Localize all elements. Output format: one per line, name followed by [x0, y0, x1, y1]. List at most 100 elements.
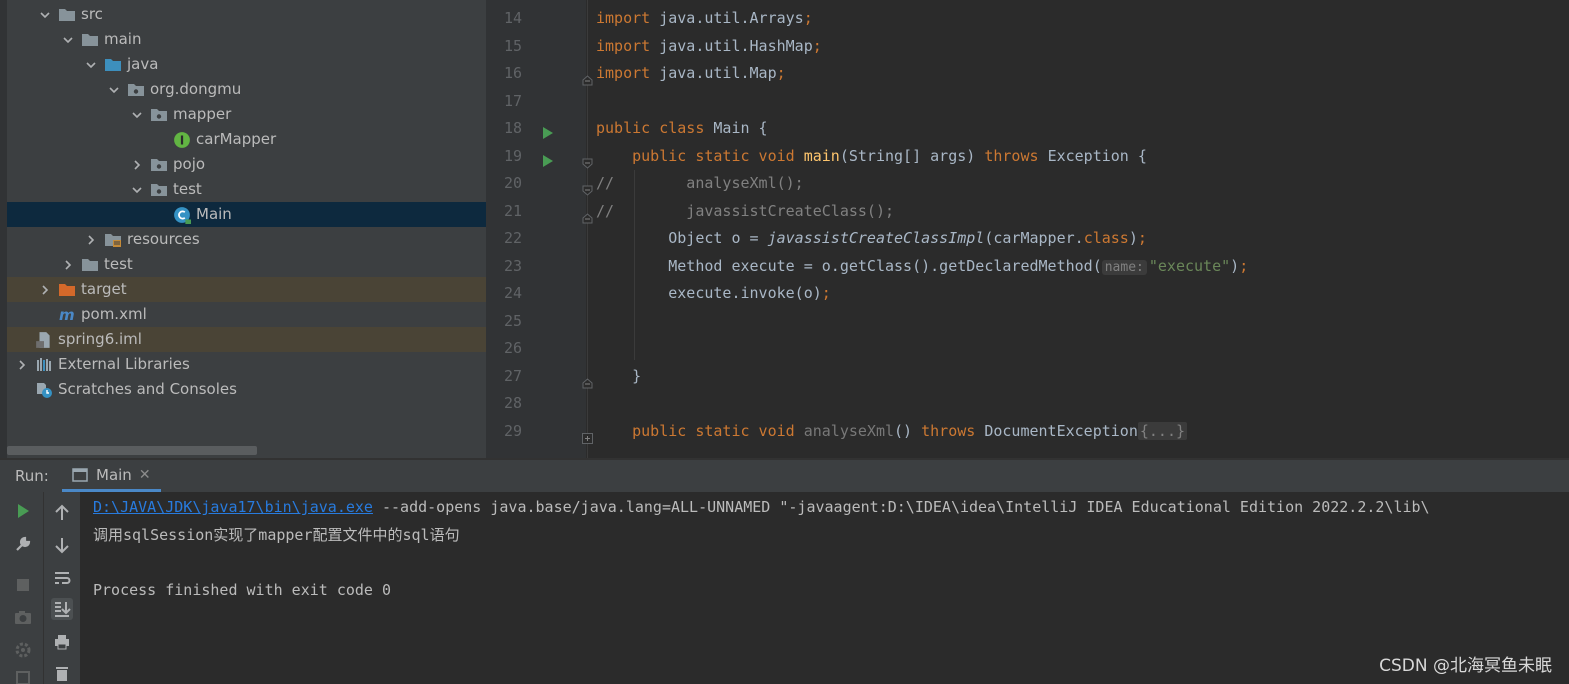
tree-item-label: carMapper	[196, 130, 277, 148]
modify-config-button[interactable]	[12, 533, 34, 555]
chevron-right-icon[interactable]	[15, 358, 29, 372]
console-output[interactable]: D:\JAVA\JDK\java17\bin\java.exe --add-op…	[80, 492, 1569, 684]
tree-item-label: External Libraries	[58, 355, 190, 373]
folded-code-region[interactable]: {...}	[1137, 421, 1188, 440]
fold-collapse-icon[interactable]	[582, 151, 593, 169]
code-token: public class	[596, 119, 714, 137]
code-token: ()	[894, 421, 922, 440]
fold-collapse-icon[interactable]	[582, 68, 593, 86]
fold-collapse-icon[interactable]	[582, 178, 593, 196]
fold-collapse-icon[interactable]	[582, 371, 593, 388]
line-number: 29	[503, 421, 522, 440]
code-token: DocumentException	[984, 421, 1138, 440]
clear-all-button[interactable]	[51, 662, 73, 684]
settings-button[interactable]	[12, 639, 34, 661]
tree-item-resources[interactable]: resources	[7, 227, 486, 252]
restore-layout-button[interactable]	[12, 665, 34, 684]
parameter-hint: name:	[1101, 259, 1147, 275]
soft-wrap-button[interactable]	[51, 567, 73, 589]
run-gutter-icon[interactable]	[542, 150, 554, 167]
code-token: }	[596, 366, 642, 385]
scroll-to-end-button[interactable]	[51, 598, 73, 620]
chevron-right-icon[interactable]	[130, 158, 144, 172]
excluded-folder-icon	[58, 282, 76, 298]
code-line: 27 }	[486, 363, 1569, 391]
tree-item-external-libraries[interactable]: External Libraries	[7, 352, 486, 377]
arrow-up-icon	[55, 504, 69, 520]
tree-item-src[interactable]: src	[7, 2, 486, 27]
scroll-down-button[interactable]	[51, 534, 73, 556]
line-number: 20	[503, 174, 522, 192]
tab-main[interactable]: Main ✕	[62, 460, 161, 492]
tree-item-label: pom.xml	[81, 305, 147, 323]
code-token: ;	[1137, 229, 1147, 247]
code-line: 19 public static void main(String[] args…	[486, 143, 1569, 171]
code-token: throws	[984, 146, 1048, 165]
code-line: 16 import java.util.Map;	[486, 60, 1569, 88]
run-gutter-icon[interactable]	[542, 122, 554, 139]
close-tab-icon[interactable]: ✕	[139, 467, 151, 483]
chevron-down-icon[interactable]	[130, 108, 144, 122]
print-button[interactable]	[51, 631, 73, 653]
rerun-button[interactable]	[12, 500, 34, 522]
code-token: (carMapper.	[984, 229, 1084, 247]
chevron-down-icon[interactable]	[84, 58, 98, 72]
code-token: class	[1083, 229, 1129, 247]
code-token: import	[596, 36, 660, 55]
tree-item-test[interactable]: test	[7, 177, 486, 202]
play-icon	[18, 504, 29, 518]
tree-item-label: java	[127, 55, 159, 73]
scroll-up-button[interactable]	[51, 502, 73, 524]
tree-item-carmapper[interactable]: carMapper	[7, 127, 486, 152]
folder-icon	[81, 32, 99, 48]
gear-icon	[15, 642, 31, 658]
line-number: 22	[503, 229, 522, 247]
line-number: 16	[503, 64, 522, 82]
code-token: throws	[921, 421, 985, 440]
stop-button[interactable]	[12, 574, 34, 596]
code-line: 29 public static void analyseXml() throw…	[486, 418, 1569, 446]
code-line: 22 Object o = javassistCreateClassImpl(c…	[486, 225, 1569, 253]
chevron-right-icon[interactable]	[38, 283, 52, 297]
line-number: 18	[503, 119, 522, 137]
svg-text:m: m	[59, 307, 75, 323]
tree-item-spring6-iml[interactable]: spring6.iml	[7, 327, 486, 352]
horizontal-scrollbar[interactable]	[7, 446, 257, 455]
code-text: }	[596, 363, 641, 391]
tree-item-label: main	[104, 30, 142, 48]
code-token: Object o =	[596, 229, 768, 247]
chevron-down-icon[interactable]	[107, 83, 121, 97]
scroll-to-end-icon	[55, 602, 71, 617]
fold-expand-icon[interactable]	[582, 426, 593, 444]
code-line: 14 import java.util.Arrays;	[486, 5, 1569, 33]
chevron-down-icon[interactable]	[38, 8, 52, 22]
code-token: java.util.Map	[659, 64, 777, 82]
chevron-right-icon[interactable]	[61, 258, 75, 272]
tree-item-pojo[interactable]: pojo	[7, 152, 486, 177]
tree-item-main[interactable]: main	[7, 27, 486, 52]
tree-item-org-dongmu[interactable]: org.dongmu	[7, 77, 486, 102]
code-line: 28	[486, 390, 1569, 418]
tree-item-test[interactable]: test	[7, 252, 486, 277]
chevron-down-icon[interactable]	[130, 183, 144, 197]
tree-item-target[interactable]: target	[7, 277, 486, 302]
tool-window-strip	[0, 0, 7, 460]
tree-item-label: pojo	[173, 155, 206, 173]
chevron-right-icon[interactable]	[84, 233, 98, 247]
code-editor[interactable]: 14 import java.util.Arrays; 15 import java.…	[486, 0, 1569, 460]
code-text: import java.util.Map;	[596, 60, 786, 88]
iml-file-icon	[35, 331, 53, 348]
chevron-down-icon[interactable]	[61, 33, 75, 47]
console-text: Process finished with exit code 0	[93, 580, 392, 599]
tree-item-mapper[interactable]: mapper	[7, 102, 486, 127]
code-line: 15 import java.util.HashMap;	[486, 33, 1569, 61]
tree-item-java[interactable]: java	[7, 52, 486, 77]
fold-collapse-icon[interactable]	[582, 206, 593, 223]
console-line: D:\JAVA\JDK\java17\bin\java.exe --add-op…	[93, 494, 1430, 521]
tree-item-pom-xml[interactable]: m pom.xml	[7, 302, 486, 327]
tree-item-main[interactable]: Main	[7, 202, 486, 227]
tree-item-scratches-and-consoles[interactable]: Scratches and Consoles	[7, 377, 486, 402]
dump-threads-button[interactable]	[12, 606, 34, 628]
java-executable-link[interactable]: D:\JAVA\JDK\java17\bin\java.exe	[93, 498, 373, 516]
